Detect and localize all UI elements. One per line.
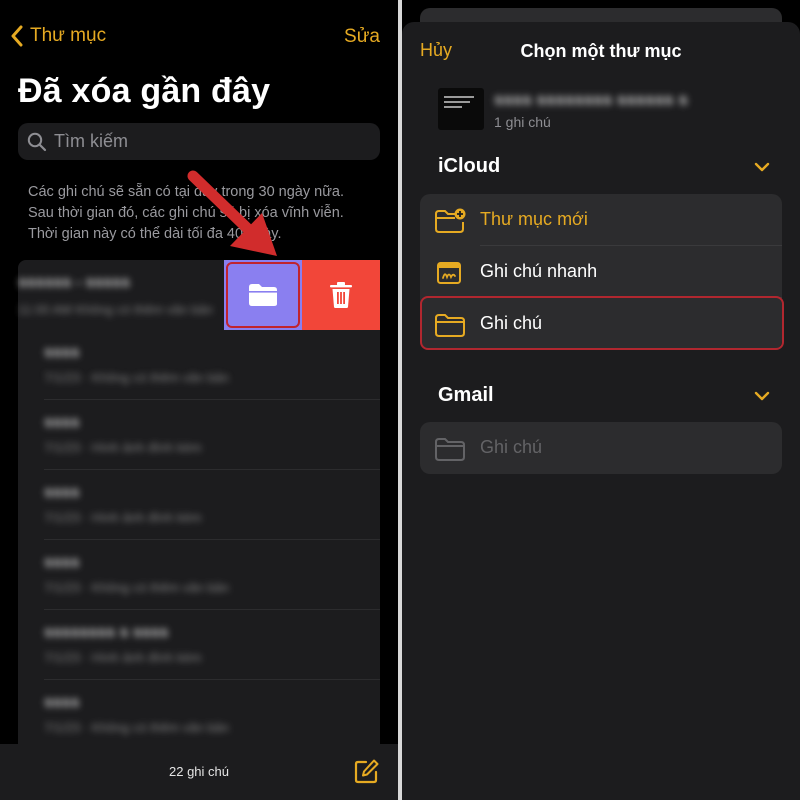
note-title: ssss [44, 414, 80, 431]
note-subtitle: 7/1/23 · Không có thêm văn bản [44, 720, 230, 735]
folder-icon [435, 314, 465, 337]
delete-button[interactable] [302, 260, 380, 330]
quick-note-icon [437, 262, 461, 284]
back-to-folders-button[interactable]: Thư mục [10, 22, 106, 50]
gmail-collapse-button[interactable] [754, 389, 770, 407]
folder-label: Ghi chú nhanh [480, 261, 598, 281]
back-label: Thư mục [30, 25, 107, 46]
info-line: Các ghi chú sẽ sẵn có tại đây trong 30 n… [28, 184, 345, 200]
search-input[interactable] [54, 131, 354, 152]
sheet-title: Chọn một thư mục [520, 41, 682, 61]
selected-note-title: ssss ssssssss ssssss s [494, 90, 688, 109]
icloud-collapse-button[interactable] [754, 160, 770, 178]
note-title: ssssssss s ssss [44, 624, 169, 641]
edit-button[interactable]: Sửa [344, 26, 380, 48]
note-thumbnail [438, 88, 484, 130]
new-folder-row[interactable]: Thư mục mới [420, 194, 782, 246]
deletion-info: Các ghi chú sẽ sẵn có tại đây trong 30 n… [28, 182, 368, 245]
list-item[interactable]: ssss 7/1/23 · Không có thêm văn bản [18, 330, 380, 400]
compose-icon [354, 759, 379, 784]
info-line: Thời gian này có thể dài tối đa 40 ngày. [28, 226, 282, 242]
section-header-icloud: iCloud [438, 155, 501, 177]
page-title: Đã xóa gần đây [18, 72, 271, 110]
move-to-folder-button[interactable] [224, 260, 302, 330]
note-title: ssss [44, 344, 80, 361]
new-folder-icon [435, 208, 466, 233]
chevron-down-icon [754, 391, 770, 401]
folder-label: Ghi chú [480, 313, 543, 333]
note-title: ssss [44, 694, 80, 711]
bottom-toolbar: 22 ghi chú [0, 744, 398, 800]
list-item[interactable]: ssss 7/1/23 · Hình ảnh đính kèm [18, 400, 380, 470]
search-icon [27, 132, 47, 151]
notes-list: ssss 7/1/23 · Không có thêm văn bản ssss… [18, 260, 380, 745]
list-item[interactable]: ssss 7/1/23 · Không có thêm văn bản [18, 680, 380, 745]
folder-label: Ghi chú [480, 437, 543, 457]
compose-button[interactable] [354, 758, 380, 789]
note-subtitle: 7/1/23 · Hình ảnh đính kèm [44, 440, 202, 455]
list-item[interactable]: ssssssss s ssss 7/1/23 · Hình ảnh đính k… [18, 610, 380, 680]
selected-note-count: 1 ghi chú [494, 114, 551, 130]
note-subtitle: 11:00 AM Không có thêm văn bản [18, 302, 213, 317]
new-folder-label: Thư mục mới [480, 209, 588, 229]
note-subtitle: 7/1/23 · Hình ảnh đính kèm [44, 510, 202, 525]
note-count: 22 ghi chú [169, 764, 229, 779]
search-bar[interactable] [18, 123, 380, 160]
note-subtitle: 7/1/23 · Không có thêm văn bản [44, 370, 230, 385]
trash-icon [330, 282, 352, 308]
folder-item-quick-notes[interactable]: Ghi chú nhanh [420, 246, 782, 298]
chevron-down-icon [754, 162, 770, 172]
folder-picker-sheet: Hủy Chọn một thư mục ssss ssssssss sssss… [402, 22, 800, 800]
highlight-frame [226, 262, 300, 328]
note-title: ssss [44, 484, 80, 501]
list-item[interactable]: ssss 7/1/23 · Hình ảnh đính kèm [18, 470, 380, 540]
note-title: ssssss - sssss [18, 274, 131, 291]
info-line: Sau thời gian đó, các ghi chú sẽ bị xóa … [28, 205, 344, 221]
icloud-folder-list: Thư mục mới Ghi chú nhanh Ghi chú [420, 194, 782, 350]
gmail-folder-list: Ghi chú [420, 422, 782, 474]
note-subtitle: 7/1/23 · Hình ảnh đính kèm [44, 650, 202, 665]
folder-item-notes-icloud[interactable]: Ghi chú [420, 298, 782, 350]
chevron-left-icon [11, 25, 23, 47]
choose-folder-screen: Hủy Chọn một thư mục ssss ssssssss sssss… [402, 0, 800, 800]
section-header-gmail: Gmail [438, 384, 494, 406]
note-title: ssss [44, 554, 80, 571]
folder-item-notes-gmail[interactable]: Ghi chú [420, 422, 782, 474]
note-subtitle: 7/1/23 · Không có thêm văn bản [44, 580, 230, 595]
list-item[interactable]: ssss 7/1/23 · Không có thêm văn bản [18, 540, 380, 610]
swiped-note-row[interactable]: ssssss - sssss 11:00 AM Không có thêm vă… [18, 260, 380, 330]
folder-icon [435, 438, 465, 461]
deleted-notes-screen: Thư mục Sửa Đã xóa gần đây Các ghi chú s… [0, 0, 398, 800]
